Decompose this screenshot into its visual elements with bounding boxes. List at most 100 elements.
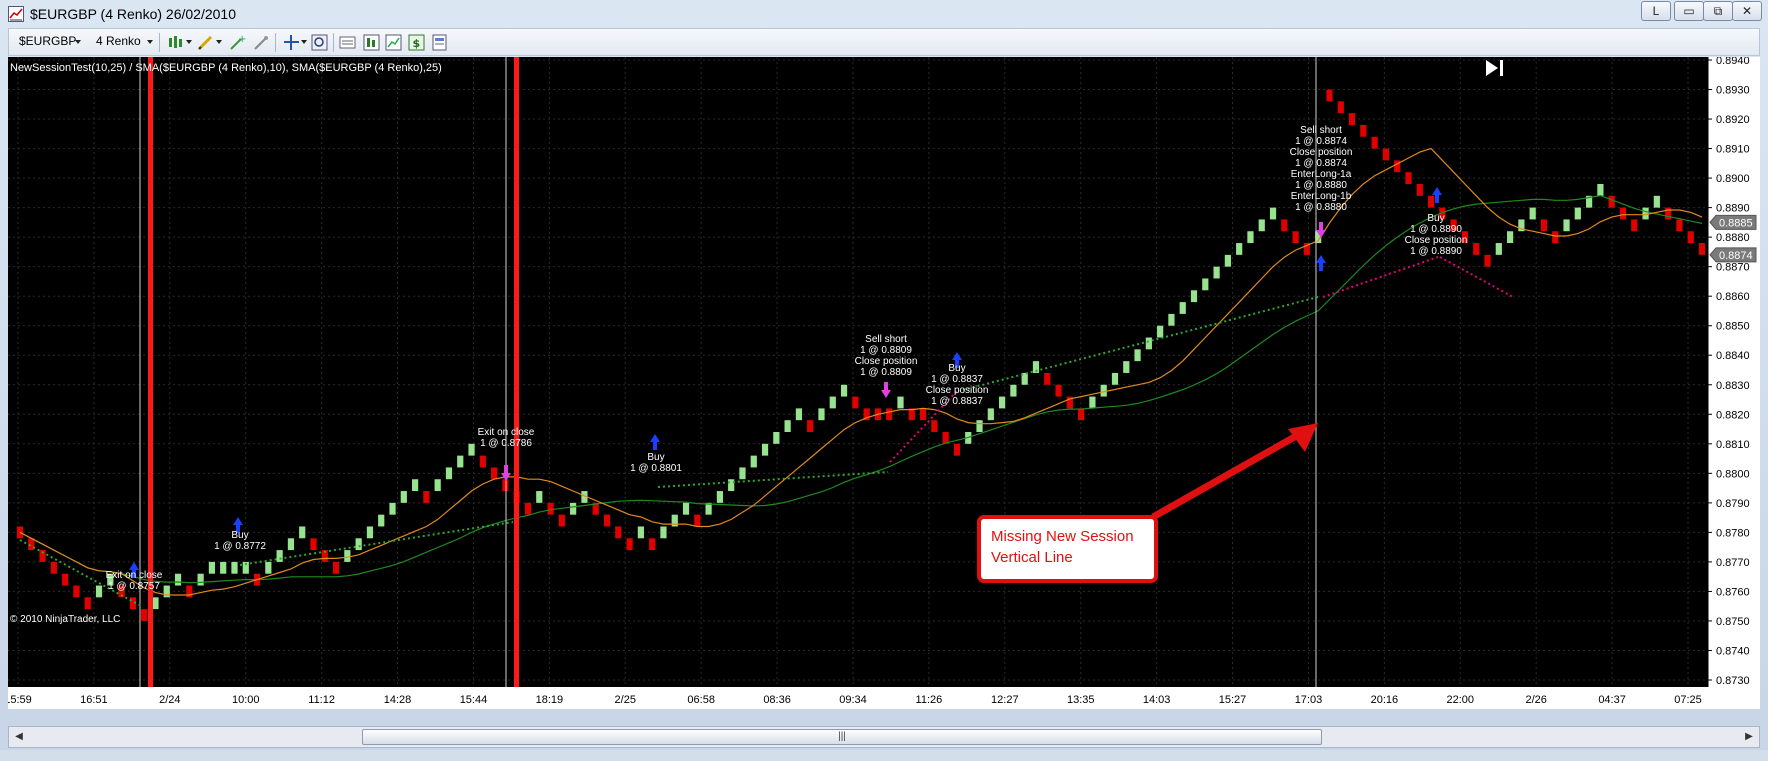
renko-up-brick <box>355 538 362 551</box>
renko-up-brick <box>1123 361 1130 373</box>
renko-up-brick <box>1495 243 1502 255</box>
time-tick-label: 22:00 <box>1447 694 1475 706</box>
price-tick-label: 0.8830 <box>1716 380 1750 392</box>
drawing-dropdown-icon[interactable] <box>216 40 222 44</box>
horizontal-scrollbar[interactable]: ◀ ||| ▶ <box>8 726 1760 748</box>
renko-up-brick <box>829 396 836 409</box>
trade-annotation: 1 @ 0.8880 <box>1295 202 1347 213</box>
trade-annotation: EnterLong-1b <box>1291 191 1352 202</box>
renko-down-brick <box>931 420 938 432</box>
period-dropdown-icon[interactable] <box>147 40 153 44</box>
price-tick-label: 0.8810 <box>1716 439 1750 451</box>
new-session-line <box>148 57 153 687</box>
renko-up-brick <box>434 479 441 492</box>
chart-panel[interactable]: 0.8940 0.8930 0.8920 0.8910 0.8900 0.8890 0.88… <box>8 57 1760 709</box>
renko-up-brick <box>344 550 351 562</box>
time-tick-label: 20:16 <box>1371 694 1399 706</box>
renko-up-brick <box>1190 290 1198 303</box>
renko-down-brick <box>1337 101 1344 114</box>
price-tick-label: 0.8900 <box>1716 173 1750 185</box>
renko-down-brick <box>953 443 961 456</box>
trade-annotation: 1 @ 0.8772 <box>214 541 266 552</box>
renko-up-brick <box>773 432 780 444</box>
price-tick-label: 0.8850 <box>1716 321 1750 333</box>
scrollbar-thumb[interactable]: ||| <box>362 729 1322 745</box>
renko-down-brick <box>1665 207 1672 220</box>
trade-annotation: Buy <box>231 530 248 541</box>
renko-up-brick <box>795 408 803 421</box>
title-bar[interactable]: $EURGBP (4 Renko) 26/02/2010 L ▭ ⧉ ✕ <box>0 0 1768 28</box>
time-tick-label: 14:28 <box>384 694 412 706</box>
strategy-icon[interactable] <box>253 34 270 51</box>
callout-text: Missing New Session <box>991 528 1134 545</box>
renko-down-brick <box>1044 372 1051 385</box>
zoom-icon[interactable] <box>311 34 328 51</box>
scroll-left-icon[interactable]: ◀ <box>11 729 27 745</box>
renko-up-brick <box>276 550 283 562</box>
time-tick-label: 15:44 <box>460 694 488 706</box>
maximize-button[interactable]: ⧉ <box>1703 1 1733 21</box>
add-indicator-icon[interactable]: + <box>229 34 246 51</box>
renko-up-brick <box>1236 243 1243 255</box>
current-price-tag: 0.8874 <box>1719 250 1753 262</box>
bar-style-dropdown-icon[interactable] <box>186 40 192 44</box>
renko-up-brick <box>1157 325 1164 338</box>
trade-annotation: Buy <box>647 452 664 463</box>
renko-up-brick <box>1269 207 1277 220</box>
toolbar-separator <box>159 33 160 52</box>
renko-down-brick <box>1608 195 1615 208</box>
renko-up-brick <box>378 514 385 527</box>
time-tick-label: 11:12 <box>308 694 335 706</box>
data-box-icon[interactable] <box>339 34 356 51</box>
renko-down-brick <box>1326 89 1333 102</box>
price-tick-label: 0.8880 <box>1716 232 1750 244</box>
renko-down-brick <box>1292 231 1299 244</box>
renko-down-brick <box>626 538 633 551</box>
trade-annotation: 1 @ 0.8890 <box>1410 246 1462 257</box>
bar-style-icon[interactable] <box>167 34 184 51</box>
properties-icon[interactable] <box>363 34 380 51</box>
renko-down-brick <box>1360 124 1367 137</box>
link-button[interactable]: L <box>1641 1 1671 21</box>
renko-up-brick <box>299 526 306 539</box>
price-tick-label: 0.8840 <box>1716 350 1750 362</box>
instrument-selector[interactable]: $EURGBP <box>19 34 76 48</box>
chart-toolbar: $EURGBP 4 Renko + $ <box>8 28 1760 56</box>
trade-annotation: 1 @ 0.8880 <box>1295 180 1347 191</box>
minimize-button[interactable]: ▭ <box>1674 1 1704 21</box>
price-tick-label: 0.8800 <box>1716 468 1750 480</box>
trade-annotation: Close position <box>926 385 989 396</box>
period-selector[interactable]: 4 Renko <box>96 34 141 48</box>
time-tick-label: 10:00 <box>232 694 260 706</box>
renko-down-brick <box>1416 184 1423 196</box>
renko-down-brick <box>1078 408 1085 421</box>
renko-down-brick <box>603 514 611 527</box>
renko-up-brick <box>468 443 475 456</box>
trade-annotation: 1 @ 0.8757 <box>108 581 160 592</box>
crosshair-dropdown-icon[interactable] <box>301 40 307 44</box>
dollar-icon[interactable]: $ <box>408 34 425 51</box>
renko-up-brick <box>1100 384 1107 397</box>
ninjatrader-chart-window: $EURGBP (4 Renko) 26/02/2010 L ▭ ⧉ ✕ $EU… <box>0 0 1768 761</box>
renko-down-brick <box>524 502 532 515</box>
trade-annotation: Exit on close <box>478 427 535 438</box>
current-price-tag: 0.8885 <box>1719 217 1753 229</box>
copyright-label: © 2010 NinjaTrader, LLC <box>10 614 120 625</box>
renko-chart[interactable]: 0.8940 0.8930 0.8920 0.8910 0.8900 0.8890 0.88… <box>8 57 1760 709</box>
scroll-right-icon[interactable]: ▶ <box>1741 729 1757 745</box>
drawing-pencil-icon[interactable] <box>197 34 214 51</box>
close-button[interactable]: ✕ <box>1732 1 1762 21</box>
time-tick-label: 18:19 <box>536 694 564 706</box>
renko-up-brick <box>728 479 735 492</box>
instrument-dropdown-icon[interactable] <box>75 40 81 44</box>
crosshair-icon[interactable] <box>283 34 300 51</box>
renko-down-brick <box>141 609 148 621</box>
renko-up-brick <box>411 479 419 492</box>
price-tick-label: 0.8760 <box>1716 586 1750 598</box>
chart-type-icon[interactable] <box>385 34 402 51</box>
template-icon[interactable] <box>431 34 448 51</box>
renko-down-brick <box>1540 219 1548 232</box>
trade-annotation: 1 @ 0.8786 <box>480 438 532 449</box>
renko-down-brick <box>84 597 91 610</box>
renko-up-brick <box>536 491 543 503</box>
